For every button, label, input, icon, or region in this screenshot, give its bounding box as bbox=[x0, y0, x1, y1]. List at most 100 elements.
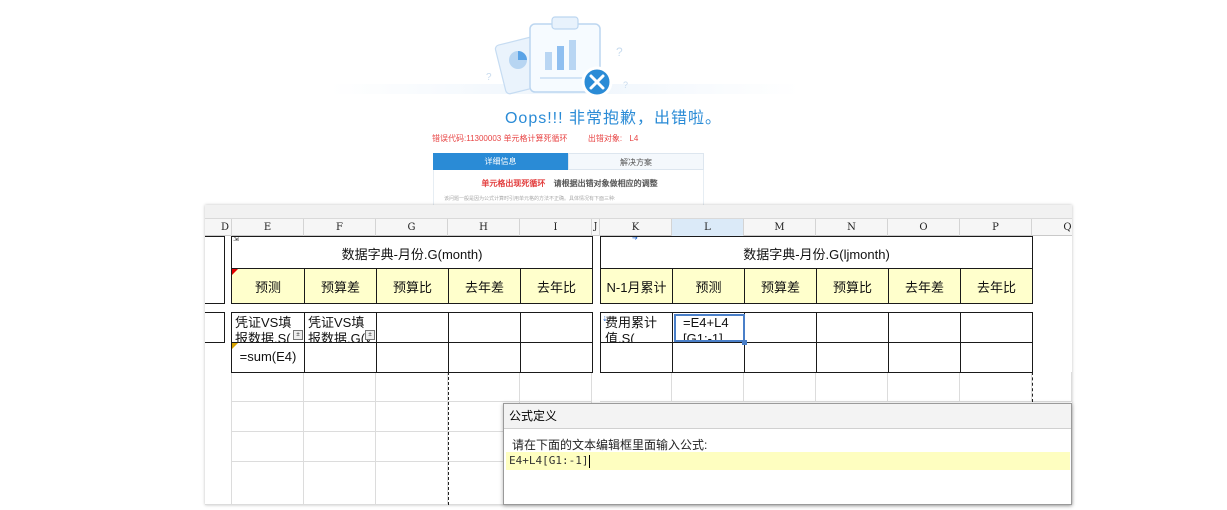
cell-text: =E4+L4[G1:-1] bbox=[683, 315, 729, 343]
header-label: 预算比 bbox=[392, 280, 432, 295]
cell-l3[interactable]: =E4+L4[G1:-1] bbox=[672, 312, 745, 343]
grid-cell bbox=[304, 462, 376, 505]
screen: ? ? ? Oops!!! 非常抱歉，出错啦。 错误代码:11300003 单元… bbox=[0, 0, 1227, 510]
left-header-lastyear-ratio[interactable]: 去年比 bbox=[520, 268, 593, 304]
error-code: 错误代码:11300003 单元格计算死循环 bbox=[432, 134, 568, 143]
grid-cell bbox=[232, 372, 304, 402]
cell-o4[interactable] bbox=[888, 342, 961, 373]
col-header-n[interactable]: N bbox=[816, 219, 888, 236]
col-header-q[interactable]: Q bbox=[1032, 219, 1072, 236]
grid-cell bbox=[304, 432, 376, 462]
fill-handle[interactable] bbox=[742, 340, 747, 345]
dialog-title: 公式定义 bbox=[504, 404, 1071, 429]
right-header-budget-ratio[interactable]: 预算比 bbox=[816, 268, 889, 304]
svg-text:?: ? bbox=[616, 45, 623, 59]
error-x-icon bbox=[581, 66, 613, 98]
formula-dialog: 公式定义 请在下面的文本编辑框里面输入公式: E4+L4[G1:-1] bbox=[503, 403, 1072, 505]
cell-expand-icon[interactable]: ± bbox=[293, 330, 303, 340]
dialog-prompt: 请在下面的文本编辑框里面输入公式: bbox=[512, 438, 708, 452]
left-title-cell[interactable]: ⇲ 数据字典-月份.G(month) bbox=[231, 236, 593, 269]
grid-cell bbox=[232, 462, 304, 505]
cell-l4[interactable] bbox=[672, 342, 745, 373]
col-header-l[interactable]: L bbox=[672, 219, 744, 236]
right-header-lastyear-ratio[interactable]: 去年比 bbox=[960, 268, 1033, 304]
error-info-line: 错误代码:11300003 单元格计算死循环 出错对象: L4 bbox=[432, 133, 638, 144]
cell-e3[interactable]: 凭证VS填报数据.S( ± bbox=[231, 312, 305, 343]
col-header-e[interactable]: E bbox=[232, 219, 304, 236]
left-header-budget-ratio[interactable]: 预算比 bbox=[376, 268, 449, 304]
grid-cell bbox=[672, 372, 744, 402]
left-header-budget-diff[interactable]: 预算差 bbox=[304, 268, 377, 304]
right-header-budget-diff[interactable]: 预算差 bbox=[744, 268, 817, 304]
cell-f4[interactable] bbox=[304, 342, 377, 373]
header-label: N-1月累计 bbox=[606, 280, 667, 295]
page-break-line bbox=[1032, 372, 1033, 402]
cell-g4[interactable] bbox=[376, 342, 449, 373]
cell-d-row3[interactable] bbox=[205, 312, 225, 343]
right-header-lastyear-diff[interactable]: 去年差 bbox=[888, 268, 961, 304]
cell-k4[interactable] bbox=[600, 342, 673, 373]
svg-text:?: ? bbox=[623, 80, 628, 90]
col-header-o[interactable]: O bbox=[888, 219, 960, 236]
col-header-h[interactable]: H bbox=[448, 219, 520, 236]
col-header-p[interactable]: P bbox=[960, 219, 1032, 236]
cell-d-left[interactable] bbox=[205, 236, 225, 304]
right-title-cell[interactable]: ➔ 数据字典-月份.G(ljmonth) bbox=[600, 236, 1033, 269]
column-header-row: D E F G H I J K L M N O P Q bbox=[205, 219, 1072, 236]
right-header-forecast[interactable]: 预测 bbox=[672, 268, 745, 304]
col-header-f[interactable]: F bbox=[304, 219, 376, 236]
col-header-g[interactable]: G bbox=[376, 219, 448, 236]
error-headline: Oops!!! 非常抱歉，出错啦。 bbox=[504, 110, 723, 127]
cell-m3[interactable] bbox=[744, 312, 817, 343]
grid-cell bbox=[376, 372, 448, 402]
cell-n3[interactable] bbox=[816, 312, 889, 343]
cell-m4[interactable] bbox=[744, 342, 817, 373]
cell-h3[interactable] bbox=[448, 312, 521, 343]
col-header-j[interactable]: J bbox=[592, 219, 600, 236]
cell-e4[interactable]: =sum(E4) bbox=[231, 342, 305, 373]
header-label: 去年比 bbox=[536, 280, 576, 295]
header-label: 预测 bbox=[695, 280, 722, 295]
cell-i3[interactable] bbox=[520, 312, 593, 343]
grid-cell bbox=[520, 372, 592, 402]
error-summary: 单元格出现死循环 请根据出错对象做相应的调整 bbox=[434, 178, 705, 189]
cell-k3[interactable]: ⇣ 费用累计值.S( bbox=[600, 312, 673, 343]
right-header-n1-cumulative[interactable]: N-1月累计 bbox=[600, 268, 673, 304]
grid-cell bbox=[232, 432, 304, 462]
cell-o3[interactable] bbox=[888, 312, 961, 343]
col-header-i[interactable]: I bbox=[520, 219, 592, 236]
cell-expand-icon[interactable]: ± bbox=[365, 330, 375, 340]
grid-cell bbox=[376, 462, 448, 505]
header-label: 预算差 bbox=[320, 280, 360, 295]
error-tabs: 详细信息 解决方案 bbox=[433, 153, 704, 170]
grid-col-d bbox=[205, 372, 232, 505]
cell-i4[interactable] bbox=[520, 342, 593, 373]
cell-text: 凭证VS填报数据.S( bbox=[235, 315, 292, 343]
error-detail-panel: 单元格出现死循环 请根据出错对象做相应的调整 该问题一般是因为公式计算时引用单元… bbox=[433, 170, 704, 206]
cell-g3[interactable] bbox=[376, 312, 449, 343]
error-suggestion: 请根据出错对象做相应的调整 bbox=[553, 179, 658, 188]
header-label: 去年差 bbox=[464, 280, 504, 295]
sheet-toolbar bbox=[205, 205, 1072, 219]
tab-solution[interactable]: 解决方案 bbox=[568, 153, 704, 170]
left-header-lastyear-diff[interactable]: 去年差 bbox=[448, 268, 521, 304]
tab-details[interactable]: 详细信息 bbox=[433, 153, 568, 170]
col-header-d[interactable]: D bbox=[205, 219, 232, 236]
cell-f3[interactable]: 凭证VS填报数据.G(ysle ± bbox=[304, 312, 377, 343]
grid-cell bbox=[304, 402, 376, 432]
grid-cell bbox=[304, 372, 376, 402]
grid-cell bbox=[960, 372, 1032, 402]
cell-h4[interactable] bbox=[448, 342, 521, 373]
cell-p3[interactable] bbox=[960, 312, 1033, 343]
cell-p4[interactable] bbox=[960, 342, 1033, 373]
col-header-k[interactable]: K bbox=[600, 219, 672, 236]
col-header-m[interactable]: M bbox=[744, 219, 816, 236]
grid-cell bbox=[376, 402, 448, 432]
right-title-text: 数据字典-月份.G(ljmonth) bbox=[743, 247, 890, 262]
error-hint: 该问题一般是因为公式计算时引用单元格的方法不正确。具体情况有下面三种: bbox=[444, 196, 616, 202]
left-header-forecast[interactable]: 预测 bbox=[231, 268, 305, 304]
formula-input[interactable]: E4+L4[G1:-1] bbox=[506, 452, 1070, 470]
header-label: 去年差 bbox=[904, 280, 944, 295]
comment-marker-icon bbox=[232, 269, 238, 275]
cell-n4[interactable] bbox=[816, 342, 889, 373]
